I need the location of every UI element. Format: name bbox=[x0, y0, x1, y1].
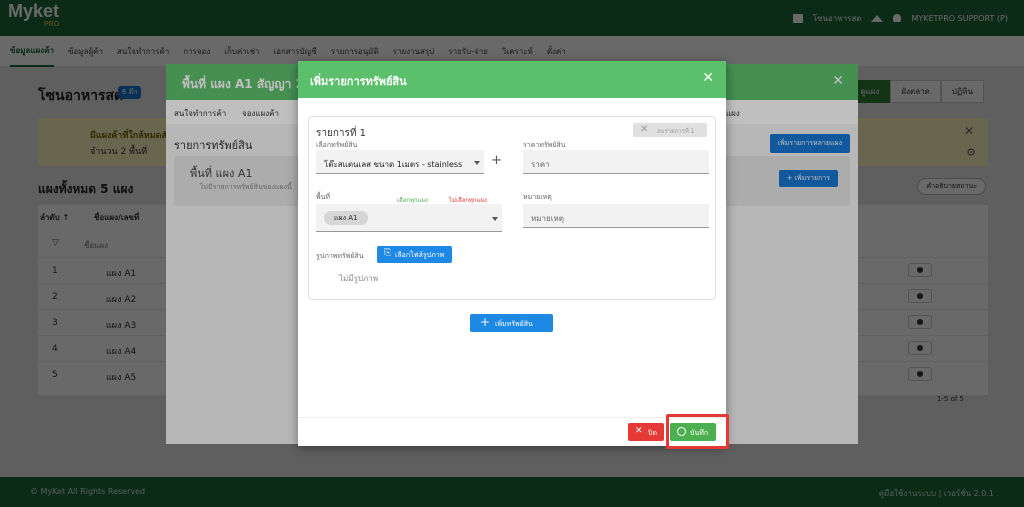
footer-divider bbox=[298, 417, 726, 418]
add-asset-type-button[interactable]: + bbox=[491, 153, 502, 168]
close-icon: ✕ bbox=[640, 124, 649, 135]
add-asset-dialog: เพิ่มรายการทรัพย์สิน ✕ รายการที่ 1 ✕ ลบร… bbox=[298, 61, 726, 446]
price-input[interactable]: ราคา bbox=[523, 150, 709, 174]
note-label: หมายเหตุ bbox=[523, 193, 552, 201]
chevron-down-icon bbox=[492, 217, 498, 221]
dialog-title: เพิ่มรายการทรัพย์สิน bbox=[310, 75, 407, 88]
save-highlight-box bbox=[666, 414, 729, 449]
no-image-text: ไม่มีรูปภาพ bbox=[339, 274, 378, 283]
paperclip-icon: ⎘ bbox=[384, 248, 392, 258]
close-button[interactable]: ✕ ปิด bbox=[628, 423, 664, 441]
dialog-header: เพิ่มรายการทรัพย์สิน ✕ bbox=[298, 61, 726, 98]
area-select[interactable]: แผง A1 bbox=[316, 204, 502, 232]
asset-select[interactable]: โต๊ะสแตนเลส ขนาด 1เมตร - stainless bbox=[316, 150, 484, 174]
area-chip[interactable]: แผง A1 bbox=[324, 211, 368, 225]
plus-icon: + bbox=[480, 315, 491, 329]
note-input[interactable]: หมายเหตุ bbox=[523, 204, 709, 228]
add-asset-button[interactable]: + เพิ่มทรัพย์สิน bbox=[470, 314, 553, 332]
delete-item-button[interactable]: ✕ ลบรายการที่ 1 bbox=[633, 123, 707, 137]
chevron-down-icon bbox=[474, 161, 480, 165]
upload-image-button[interactable]: ⎘ เลือกไฟล์รูปภาพ bbox=[377, 246, 452, 263]
asset-item-card: รายการที่ 1 ✕ ลบรายการที่ 1 เลือกทรัพย์ส… bbox=[308, 116, 716, 300]
area-label: พื้นที่ bbox=[316, 193, 331, 201]
close-icon[interactable]: ✕ bbox=[702, 70, 714, 86]
close-icon: ✕ bbox=[635, 426, 643, 436]
image-label: รูปภาพทรัพย์สิน bbox=[316, 252, 364, 260]
item-title: รายการที่ 1 bbox=[316, 128, 367, 139]
